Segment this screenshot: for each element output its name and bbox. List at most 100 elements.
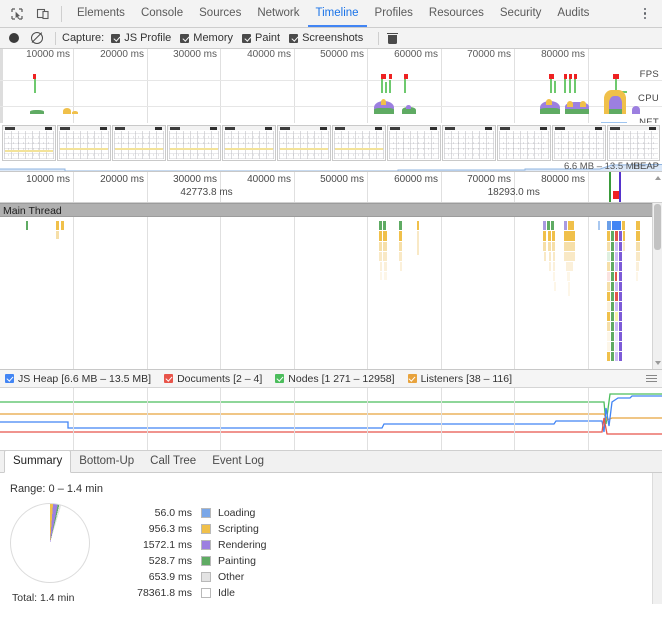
overview-tick: 70000 ms (467, 49, 514, 60)
legend-row-loading[interactable]: 56.0 ms Loading (120, 505, 266, 521)
filmstrip-frame[interactable] (57, 125, 111, 161)
tab-summary[interactable]: Summary (4, 450, 71, 473)
overview-ruler: 10000 ms 20000 ms 30000 ms 40000 ms 5000… (0, 49, 662, 63)
tab-network[interactable]: Network (249, 0, 307, 27)
capture-label: Capture: (62, 32, 104, 44)
frame-duration-label: 18293.0 ms (488, 187, 540, 198)
legend-row-painting[interactable]: 528.7 ms Painting (120, 553, 266, 569)
checkbox-icon[interactable] (5, 374, 14, 383)
filmstrip-frame[interactable] (442, 125, 496, 161)
record-icon[interactable] (9, 33, 19, 43)
checkbox-icon[interactable] (242, 34, 251, 43)
filmstrip-frame[interactable] (277, 125, 331, 161)
tab-console[interactable]: Console (133, 0, 191, 27)
main-thread-track-label[interactable]: Main Thread (0, 203, 662, 217)
inspect-element-icon[interactable] (6, 3, 28, 25)
main-ruler-tick: 10000 ms (26, 174, 73, 185)
flame-scrollbar-thumb[interactable] (654, 204, 661, 250)
clear-icon[interactable] (31, 32, 43, 44)
activity-pie-chart (10, 503, 90, 583)
tab-elements[interactable]: Elements (69, 0, 133, 27)
checkbox-icon[interactable] (289, 34, 298, 43)
heap-band (0, 163, 662, 171)
checkbox-icon[interactable] (408, 374, 417, 383)
checkbox-icon[interactable] (275, 374, 284, 383)
capture-option-label: Screenshots (302, 32, 363, 44)
filmstrip-frame[interactable] (497, 125, 551, 161)
flame-chart[interactable]: Main Thread (0, 203, 662, 370)
filmstrip-frame[interactable] (552, 125, 606, 161)
range-label: Range: 0 – 1.4 min (10, 483, 662, 495)
device-toolbar-icon[interactable] (32, 3, 54, 25)
main-ruler[interactable]: 10000 ms 20000 ms 30000 ms 40000 ms 5000… (0, 172, 662, 203)
trash-icon[interactable] (387, 32, 398, 45)
panel-tabs: Elements Console Sources Network Timelin… (69, 0, 597, 27)
scroll-up-arrow[interactable] (655, 176, 661, 180)
pie-legend: 56.0 ms Loading 956.3 ms Scripting 1572.… (120, 505, 266, 601)
scroll-down-arrow[interactable] (655, 361, 661, 365)
summary-scrollbar[interactable] (652, 473, 662, 604)
tab-profiles[interactable]: Profiles (367, 0, 421, 27)
main-ruler-tick: 50000 ms (320, 174, 367, 185)
counter-listeners[interactable]: Listeners [38 – 116] (408, 373, 512, 385)
counters-graph[interactable] (0, 388, 662, 451)
legend-name: Scripting (218, 523, 259, 535)
checkbox-icon[interactable] (111, 34, 120, 43)
more-options-icon[interactable] (635, 3, 655, 25)
counters-sparklines (0, 388, 662, 450)
filmstrip-frame[interactable] (222, 125, 276, 161)
devtools-tabbar: Elements Console Sources Network Timelin… (0, 0, 662, 28)
capture-option-screenshots[interactable]: Screenshots (289, 32, 363, 44)
legend-row-idle[interactable]: 78361.8 ms Idle (120, 585, 266, 601)
legend-row-other[interactable]: 653.9 ms Other (120, 569, 266, 585)
filmstrip-frame[interactable] (387, 125, 441, 161)
filmstrip-frame[interactable] (332, 125, 386, 161)
legend-row-rendering[interactable]: 1572.1 ms Rendering (120, 537, 266, 553)
filmstrip-frame[interactable] (167, 125, 221, 161)
drawer-tabs: Summary Bottom-Up Call Tree Event Log (0, 451, 662, 473)
legend-swatch (201, 524, 211, 534)
capture-option-paint[interactable]: Paint (242, 32, 280, 44)
tab-bottom-up[interactable]: Bottom-Up (71, 451, 142, 472)
timeline-marker-green (609, 172, 611, 202)
total-label: Total: 1.4 min (12, 592, 106, 604)
overview-tick: 50000 ms (320, 49, 367, 60)
filmstrip-frame[interactable] (112, 125, 166, 161)
capture-option-js-profile[interactable]: JS Profile (111, 32, 171, 44)
counter-nodes[interactable]: Nodes [1 271 – 12958] (275, 373, 394, 385)
filmstrip-frame[interactable] (607, 125, 660, 161)
overview-tick: 20000 ms (100, 49, 147, 60)
counter-label: Nodes [1 271 – 12958] (288, 373, 394, 385)
frame-duration-label: 42773.8 ms (180, 187, 232, 198)
tab-security[interactable]: Security (492, 0, 550, 27)
capture-option-memory[interactable]: Memory (180, 32, 233, 44)
tab-audits[interactable]: Audits (549, 0, 597, 27)
legend-swatch (201, 508, 211, 518)
main-ruler-tick: 80000 ms (541, 174, 588, 185)
main-ruler-tick: 70000 ms (467, 174, 514, 185)
heap-sparkline (0, 163, 662, 172)
legend-swatch (201, 588, 211, 598)
legend-row-scripting[interactable]: 956.3 ms Scripting (120, 521, 266, 537)
toolbar-divider (61, 6, 62, 22)
checkbox-icon[interactable] (164, 374, 173, 383)
legend-name: Idle (218, 587, 235, 599)
tab-event-log[interactable]: Event Log (204, 451, 272, 472)
timeline-overview[interactable]: 10000 ms 20000 ms 30000 ms 40000 ms 5000… (0, 49, 662, 172)
flame-scrollbar[interactable] (652, 203, 662, 369)
tab-call-tree[interactable]: Call Tree (142, 451, 204, 472)
counter-js-heap[interactable]: JS Heap [6.6 MB – 13.5 MB] (5, 373, 151, 385)
tab-sources[interactable]: Sources (191, 0, 249, 27)
counters-menu-icon[interactable] (646, 375, 657, 382)
legend-value: 78361.8 ms (120, 587, 192, 599)
main-ruler-tick: 30000 ms (173, 174, 220, 185)
filmstrip-frame[interactable] (2, 125, 56, 161)
tab-resources[interactable]: Resources (421, 0, 492, 27)
counter-documents[interactable]: Documents [2 – 4] (164, 373, 262, 385)
legend-name: Painting (218, 555, 256, 567)
checkbox-icon[interactable] (180, 34, 189, 43)
overview-tick: 80000 ms (541, 49, 588, 60)
filmstrip[interactable] (0, 123, 662, 163)
tab-timeline[interactable]: Timeline (308, 0, 367, 27)
capture-option-label: JS Profile (124, 32, 171, 44)
